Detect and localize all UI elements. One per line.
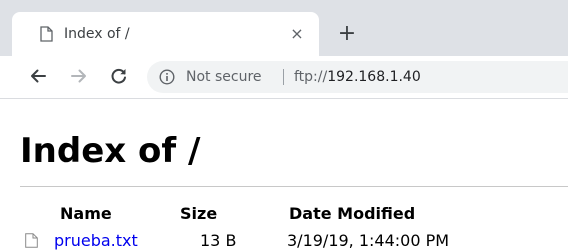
- file-date-modified: 3/19/19, 1:44:00 PM: [287, 231, 450, 250]
- file-icon: [25, 233, 38, 248]
- tab-title: Index of /: [64, 26, 130, 42]
- page-icon: [40, 26, 53, 42]
- column-header-date[interactable]: Date Modified: [289, 204, 415, 224]
- page-title: Index of /: [20, 131, 201, 171]
- column-header-name[interactable]: Name: [60, 204, 112, 224]
- file-size: 13 B: [200, 231, 237, 250]
- column-header-size[interactable]: Size: [180, 204, 217, 224]
- active-tab[interactable]: Index of / ×: [12, 12, 319, 56]
- url-scheme: ftp://: [294, 69, 328, 85]
- omnibox-divider: [283, 69, 284, 85]
- address-bar[interactable]: Not secure ftp://192.168.1.40: [147, 61, 568, 93]
- file-link[interactable]: prueba.txt: [54, 231, 138, 251]
- url-host: 192.168.1.40: [327, 69, 421, 85]
- info-icon[interactable]: [159, 69, 175, 85]
- tab-strip: Index of / × +: [0, 0, 568, 56]
- tab-close-icon[interactable]: ×: [287, 24, 307, 44]
- forward-arrow-icon[interactable]: [69, 66, 89, 86]
- browser-toolbar: Not secure ftp://192.168.1.40: [0, 56, 568, 99]
- new-tab-button[interactable]: +: [333, 22, 361, 46]
- url-text[interactable]: ftp://192.168.1.40: [294, 68, 421, 86]
- back-arrow-icon[interactable]: [28, 66, 48, 86]
- title-divider: [20, 186, 568, 187]
- security-status[interactable]: Not secure: [186, 68, 262, 86]
- reload-icon[interactable]: [109, 66, 129, 86]
